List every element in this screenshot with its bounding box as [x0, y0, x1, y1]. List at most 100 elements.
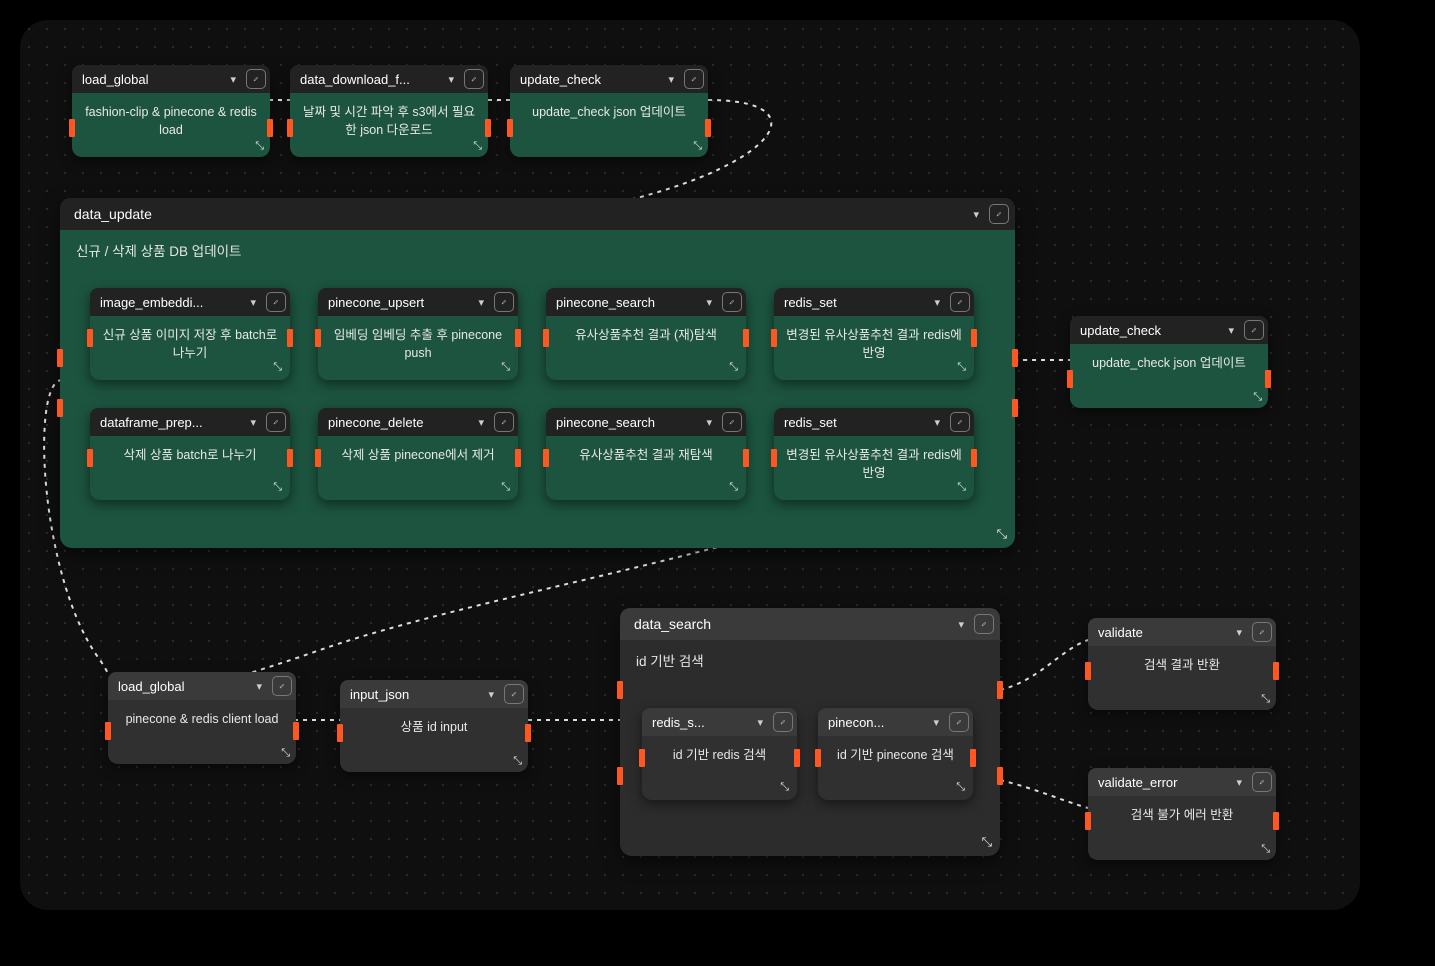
resize-handle-icon[interactable]: ⤡: [729, 481, 738, 494]
edit-button[interactable]: [504, 684, 524, 704]
node-validate-error[interactable]: validate_error ▾ 검색 불가 에러 반환 ⤡: [1088, 768, 1276, 860]
chevron-down-icon[interactable]: ▾: [1232, 626, 1246, 639]
resize-handle-icon[interactable]: ⤡: [997, 526, 1007, 542]
resize-handle-icon[interactable]: ⤡: [501, 361, 510, 374]
chevron-down-icon[interactable]: ▾: [1232, 776, 1246, 789]
node-input-json[interactable]: input_json▾ 상품 id input ⤡: [340, 680, 528, 772]
node-body: update_check json 업데이트: [510, 93, 708, 157]
resize-handle-icon[interactable]: ⤡: [255, 140, 264, 153]
resize-handle-icon[interactable]: ⤡: [1253, 391, 1262, 404]
chevron-down-icon[interactable]: ▾: [664, 73, 678, 86]
edit-button[interactable]: [266, 412, 286, 432]
node-pinecone-search-1[interactable]: pinecone_search▾ 유사상품추천 결과 (재)탐색 ⤡: [546, 288, 746, 380]
resize-handle-icon[interactable]: ⤡: [513, 755, 522, 768]
chevron-down-icon[interactable]: ▾: [252, 680, 266, 693]
edit-button[interactable]: [974, 614, 994, 634]
node-body: 검색 불가 에러 반환: [1088, 796, 1276, 860]
node-body: id 기반 redis 검색: [642, 736, 797, 800]
edit-button[interactable]: [246, 69, 266, 89]
node-title: validate_error: [1098, 775, 1226, 790]
node-load-global[interactable]: load_global ▾ fashion-clip & pinecone & …: [72, 65, 270, 157]
chevron-down-icon[interactable]: ▾: [474, 296, 488, 309]
edit-button[interactable]: [989, 204, 1009, 224]
resize-handle-icon[interactable]: ⤡: [982, 834, 992, 850]
edit-button[interactable]: [950, 412, 970, 432]
group-data-search[interactable]: data_search ▾ id 기반 검색 ⤡ redis_s...▾ id …: [620, 608, 1000, 856]
chevron-down-icon[interactable]: ▾: [702, 416, 716, 429]
edit-button[interactable]: [1252, 772, 1272, 792]
edit-button[interactable]: [272, 676, 292, 696]
node-title: redis_set: [784, 415, 924, 430]
edit-button[interactable]: [722, 292, 742, 312]
node-update-check[interactable]: update_check ▾ update_check json 업데이트 ⤡: [510, 65, 708, 157]
node-redis-search[interactable]: redis_s...▾ id 기반 redis 검색 ⤡: [642, 708, 797, 800]
node-title: update_check: [520, 72, 658, 87]
group-data-update[interactable]: data_update ▾ 신규 / 삭제 상품 DB 업데이트 ⤡ image…: [60, 198, 1015, 548]
node-title: redis_set: [784, 295, 924, 310]
edit-button[interactable]: [684, 69, 704, 89]
group-title: data_update: [74, 206, 963, 222]
chevron-down-icon[interactable]: ▾: [484, 688, 498, 701]
chevron-down-icon[interactable]: ▾: [246, 296, 260, 309]
edit-button[interactable]: [1252, 622, 1272, 642]
node-body: 신규 상품 이미지 저장 후 batch로 나누기: [90, 316, 290, 380]
edit-button[interactable]: [950, 292, 970, 312]
node-body: 삭제 상품 batch로 나누기: [90, 436, 290, 500]
chevron-down-icon[interactable]: ▾: [1224, 324, 1238, 337]
resize-handle-icon[interactable]: ⤡: [1261, 693, 1270, 706]
resize-handle-icon[interactable]: ⤡: [729, 361, 738, 374]
group-title: data_search: [634, 616, 948, 632]
edit-button[interactable]: [494, 412, 514, 432]
node-body: 검색 결과 반환: [1088, 646, 1276, 710]
chevron-down-icon[interactable]: ▾: [969, 208, 983, 221]
edit-button[interactable]: [722, 412, 742, 432]
chevron-down-icon[interactable]: ▾: [246, 416, 260, 429]
node-body: update_check json 업데이트: [1070, 344, 1268, 408]
resize-handle-icon[interactable]: ⤡: [281, 747, 290, 760]
edit-button[interactable]: [1244, 320, 1264, 340]
chevron-down-icon[interactable]: ▾: [753, 716, 767, 729]
resize-handle-icon[interactable]: ⤡: [273, 481, 282, 494]
node-data-download[interactable]: data_download_f... ▾ 날짜 및 시간 파악 후 s3에서 필…: [290, 65, 488, 157]
node-pinecone-search-3[interactable]: pinecon...▾ id 기반 pinecone 검색 ⤡: [818, 708, 973, 800]
edit-button[interactable]: [464, 69, 484, 89]
node-pinecone-delete[interactable]: pinecone_delete▾ 삭제 상품 pinecone에서 제거 ⤡: [318, 408, 518, 500]
edit-button[interactable]: [494, 292, 514, 312]
resize-handle-icon[interactable]: ⤡: [501, 481, 510, 494]
edit-button[interactable]: [773, 712, 793, 732]
node-redis-set-2[interactable]: redis_set▾ 변경된 유사상품추천 결과 redis에 반영 ⤡: [774, 408, 974, 500]
resize-handle-icon[interactable]: ⤡: [273, 361, 282, 374]
node-load-global-2[interactable]: load_global▾ pinecone & redis client loa…: [108, 672, 296, 764]
node-pinecone-upsert[interactable]: pinecone_upsert▾ 임베딩 임베딩 추출 후 pinecone p…: [318, 288, 518, 380]
node-body: pinecone & redis client load: [108, 700, 296, 764]
chevron-down-icon[interactable]: ▾: [226, 73, 240, 86]
resize-handle-icon[interactable]: ⤡: [957, 361, 966, 374]
edit-button[interactable]: [949, 712, 969, 732]
chevron-down-icon[interactable]: ▾: [930, 416, 944, 429]
edit-button[interactable]: [266, 292, 286, 312]
resize-handle-icon[interactable]: ⤡: [957, 481, 966, 494]
node-image-embedding[interactable]: image_embeddi...▾ 신규 상품 이미지 저장 후 batch로 …: [90, 288, 290, 380]
node-title: dataframe_prep...: [100, 415, 240, 430]
chevron-down-icon[interactable]: ▾: [929, 716, 943, 729]
resize-handle-icon[interactable]: ⤡: [473, 140, 482, 153]
chevron-down-icon[interactable]: ▾: [474, 416, 488, 429]
chevron-down-icon[interactable]: ▾: [954, 618, 968, 631]
node-title: load_global: [82, 72, 220, 87]
node-title: validate: [1098, 625, 1226, 640]
node-redis-set-1[interactable]: redis_set▾ 변경된 유사상품추천 결과 redis에 반영 ⤡: [774, 288, 974, 380]
node-validate[interactable]: validate ▾ 검색 결과 반환 ⤡: [1088, 618, 1276, 710]
chevron-down-icon[interactable]: ▾: [702, 296, 716, 309]
node-body: id 기반 pinecone 검색: [818, 736, 973, 800]
node-update-check-2[interactable]: update_check ▾ update_check json 업데이트 ⤡: [1070, 316, 1268, 408]
resize-handle-icon[interactable]: ⤡: [780, 781, 789, 794]
resize-handle-icon[interactable]: ⤡: [693, 140, 702, 153]
resize-handle-icon[interactable]: ⤡: [956, 781, 965, 794]
node-title: update_check: [1080, 323, 1218, 338]
resize-handle-icon[interactable]: ⤡: [1261, 843, 1270, 856]
node-title: data_download_f...: [300, 72, 438, 87]
node-pinecone-search-2[interactable]: pinecone_search▾ 유사상품추천 결과 재탐색 ⤡: [546, 408, 746, 500]
node-dataframe-prep[interactable]: dataframe_prep... ▾ 삭제 상품 batch로 나누기 ⤡: [90, 408, 290, 500]
chevron-down-icon[interactable]: ▾: [930, 296, 944, 309]
chevron-down-icon[interactable]: ▾: [444, 73, 458, 86]
